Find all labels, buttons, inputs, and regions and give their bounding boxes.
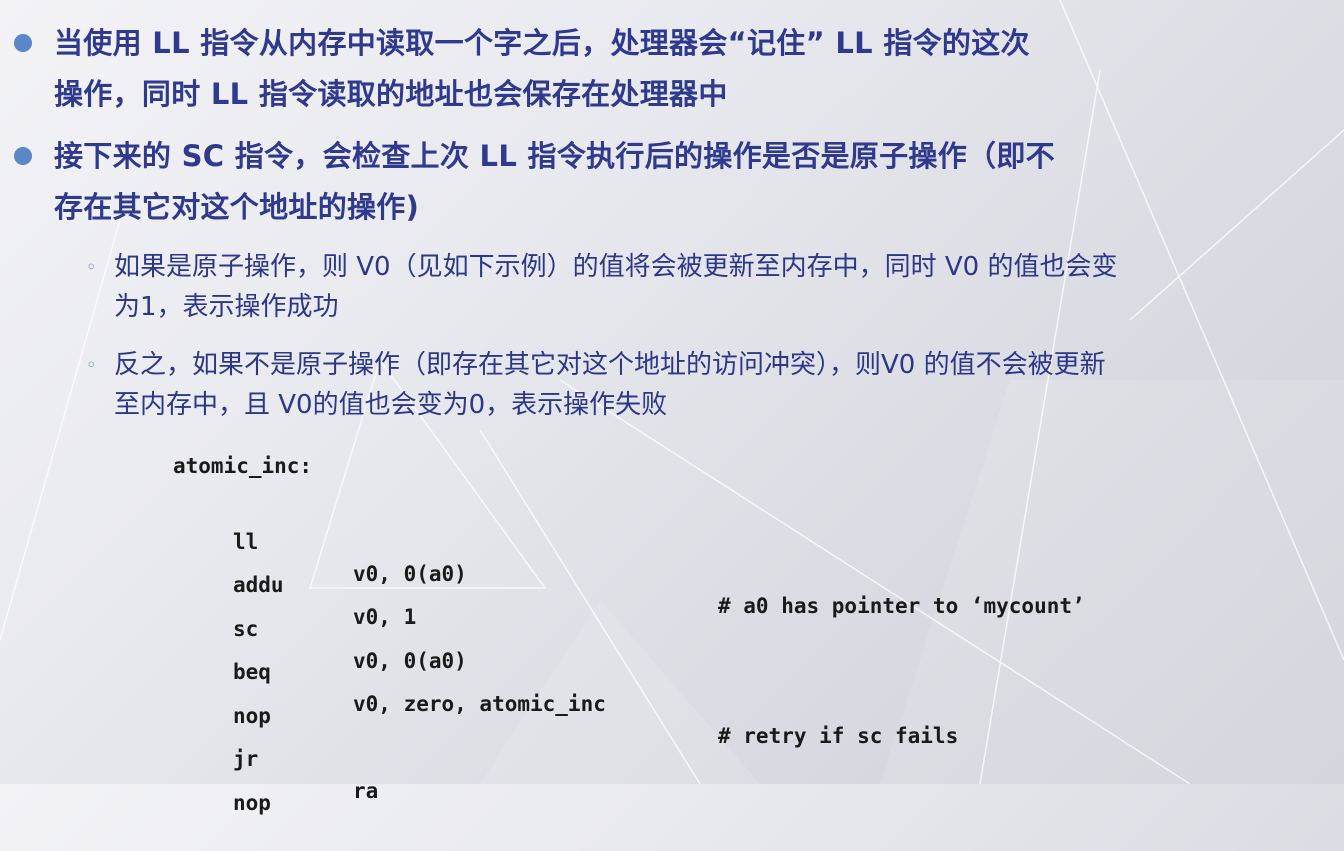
code-comment: # a0 has pointer to ‘mycount’ [718, 593, 1085, 618]
bullet-line: 接下来的 SC 指令，会检查上次 LL 指令执行后的操作是否是原子操作（即不 [54, 139, 1055, 173]
code-args: v0, zero, atomic_inc [353, 692, 606, 716]
code-args: v0, 0(a0) [353, 561, 467, 586]
code-op: nop [233, 790, 271, 815]
code-line-addu: addu v0, 1 [173, 537, 416, 629]
sub-bullet-line: 为1，表示操作成功 [114, 292, 339, 322]
bullet-line: 存在其它对这个地址的操作) [54, 190, 420, 224]
sub-bullet-text: 如果是原子操作，则 V0（见如下示例）的值将会被更新至内存中，同时 V0 的值也… [114, 247, 1326, 327]
code-comment: # retry if sc fails [718, 724, 959, 748]
code-args: v0, 0(a0) [353, 648, 467, 673]
bullet-dot-icon [14, 147, 32, 165]
code-line-beq: beq v0, zero, atomic_inc # retry if sc f… [173, 624, 958, 748]
bullet-line: 操作，同时 LL 指令读取的地址也会保存在处理器中 [54, 77, 728, 111]
sub-bullet-success: ◦ 如果是原子操作，则 V0（见如下示例）的值将会被更新至内存中，同时 V0 的… [86, 247, 1326, 327]
code-label: atomic_inc: [173, 454, 313, 478]
bullet-dot-icon [14, 34, 32, 52]
bullet-line: 当使用 LL 指令从内存中读取一个字之后，处理器会“记住” LL 指令的这次 [54, 26, 1030, 60]
sub-bullet-circle-icon: ◦ [86, 355, 97, 376]
code-line-sc: sc v0, 0(a0) [173, 581, 467, 673]
bullet-text: 接下来的 SC 指令，会检查上次 LL 指令执行后的操作是否是原子操作（即不 存… [54, 131, 1334, 233]
code-block: atomic_inc: ll v0, 0(a0) # a0 has pointe… [173, 450, 1085, 815]
bullet-ll-instruction: 当使用 LL 指令从内存中读取一个字之后，处理器会“记住” LL 指令的这次 操… [14, 18, 1334, 120]
code-line-jr: jr ra [173, 711, 378, 803]
code-line-nop: nop [173, 755, 312, 815]
bullet-text: 当使用 LL 指令从内存中读取一个字之后，处理器会“记住” LL 指令的这次 操… [54, 18, 1334, 120]
code-line-ll: ll v0, 0(a0) # a0 has pointer to ‘mycoun… [173, 494, 1085, 618]
sub-bullet-failure: ◦ 反之，如果不是原子操作（即存在其它对这个地址的访问冲突），则V0 的值不会被… [86, 345, 1326, 425]
bullet-sc-instruction: 接下来的 SC 指令，会检查上次 LL 指令执行后的操作是否是原子操作（即不 存… [14, 131, 1334, 233]
code-args: v0, 1 [353, 605, 417, 629]
sub-bullet-line: 至内存中，且 V0的值也会变为0，表示操作失败 [114, 390, 668, 420]
sub-bullet-circle-icon: ◦ [86, 257, 97, 278]
sub-bullet-text: 反之，如果不是原子操作（即存在其它对这个地址的访问冲突），则V0 的值不会被更新… [114, 345, 1326, 425]
sub-bullet-line: 如果是原子操作，则 V0（见如下示例）的值将会被更新至内存中，同时 V0 的值也… [114, 252, 1118, 282]
code-args: ra [353, 779, 379, 803]
slide-content: 当使用 LL 指令从内存中读取一个字之后，处理器会“记住” LL 指令的这次 操… [0, 0, 1344, 815]
sub-bullet-line: 反之，如果不是原子操作（即存在其它对这个地址的访问冲突），则V0 的值不会被更新 [114, 350, 1106, 380]
code-line-nop: nop [173, 668, 312, 728]
